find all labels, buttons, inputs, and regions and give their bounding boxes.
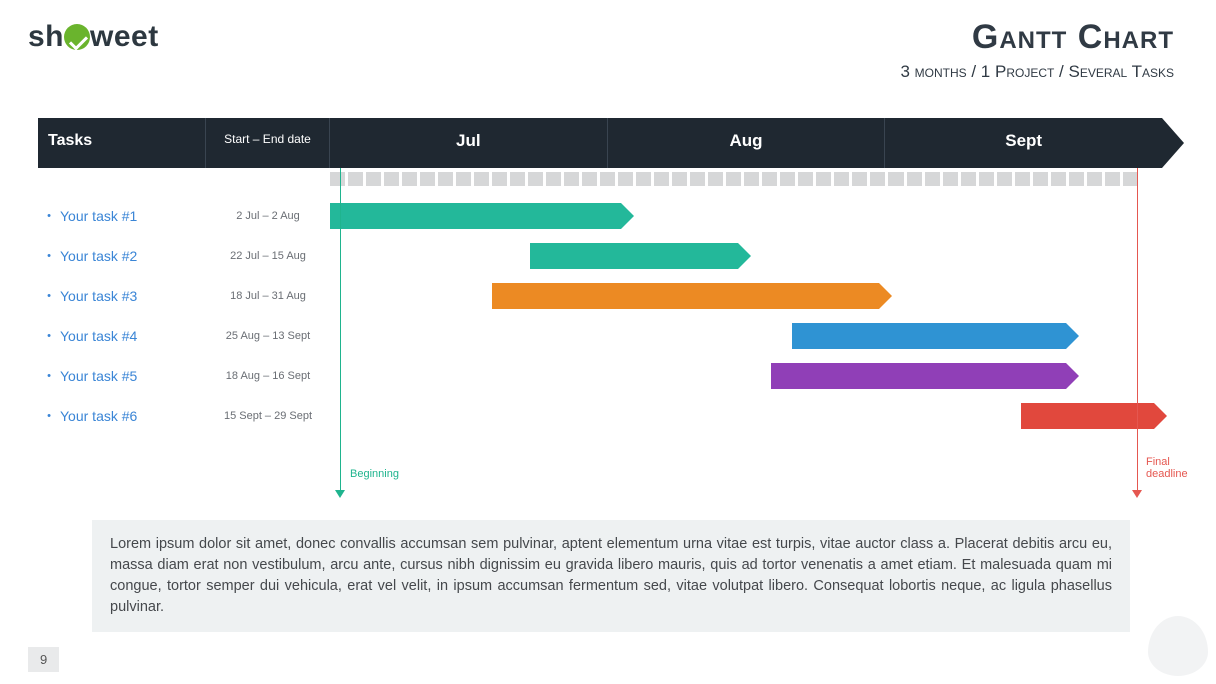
task-row: •Your task #518 Aug – 16 Sept xyxy=(38,356,1162,396)
task-bar-track xyxy=(330,203,1162,229)
task-row: •Your task #12 Jul – 2 Aug xyxy=(38,196,1162,236)
description-paragraph: Lorem ipsum dolor sit amet, donec conval… xyxy=(92,520,1130,632)
task-bar-track xyxy=(330,243,1162,269)
task-bar-arrow-icon xyxy=(879,283,892,309)
task-dates: 15 Sept – 29 Sept xyxy=(206,410,330,422)
task-dates: 18 Aug – 16 Sept xyxy=(206,370,330,382)
bullet-icon: • xyxy=(38,290,60,302)
task-name: Your task #6 xyxy=(60,408,206,424)
task-dates: 25 Aug – 13 Sept xyxy=(206,330,330,342)
header-col-tasks: Tasks xyxy=(38,118,206,168)
bullet-icon: • xyxy=(38,330,60,342)
task-name: Your task #4 xyxy=(60,328,206,344)
start-marker-arrow-icon xyxy=(335,490,345,498)
task-name: Your task #1 xyxy=(60,208,206,224)
watermark-icon xyxy=(1148,616,1208,676)
task-bar xyxy=(330,203,621,229)
task-bar-track xyxy=(330,363,1162,389)
header-arrow-icon xyxy=(1162,118,1184,168)
header-col-dates: Start – End date xyxy=(206,118,330,168)
gantt-rows: •Your task #12 Jul – 2 Aug•Your task #22… xyxy=(38,196,1162,436)
logo: shweet xyxy=(28,20,159,54)
bullet-icon: • xyxy=(38,410,60,422)
task-name: Your task #5 xyxy=(60,368,206,384)
task-name: Your task #3 xyxy=(60,288,206,304)
header-month-aug: Aug xyxy=(608,118,886,168)
task-dates: 22 Jul – 15 Aug xyxy=(206,250,330,262)
end-marker-label: Final deadline xyxy=(1146,456,1206,480)
task-bar-arrow-icon xyxy=(1066,323,1079,349)
bullet-icon: • xyxy=(38,370,60,382)
header-month-jul: Jul xyxy=(330,118,608,168)
task-bar-track xyxy=(330,403,1162,429)
task-bar xyxy=(792,323,1067,349)
task-bar xyxy=(771,363,1066,389)
gantt-header: Tasks Start – End date Jul Aug Sept xyxy=(38,118,1162,168)
task-row: •Your task #318 Jul – 31 Aug xyxy=(38,276,1162,316)
task-bar-arrow-icon xyxy=(1066,363,1079,389)
task-bar xyxy=(492,283,879,309)
task-bar-arrow-icon xyxy=(1154,403,1167,429)
page-title: Gantt Chart xyxy=(972,18,1174,57)
task-bar-arrow-icon xyxy=(621,203,634,229)
end-marker-line xyxy=(1137,168,1138,492)
header-month-sept: Sept xyxy=(885,118,1162,168)
task-row: •Your task #615 Sept – 29 Sept xyxy=(38,396,1162,436)
task-row: •Your task #425 Aug – 13 Sept xyxy=(38,316,1162,356)
bullet-icon: • xyxy=(38,250,60,262)
task-dates: 2 Jul – 2 Aug xyxy=(206,210,330,222)
task-bar xyxy=(530,243,738,269)
task-name: Your task #2 xyxy=(60,248,206,264)
logo-text-post: weet xyxy=(90,20,159,53)
timeline-ruler xyxy=(330,172,1138,186)
task-row: •Your task #222 Jul – 15 Aug xyxy=(38,236,1162,276)
task-bar-track xyxy=(330,323,1162,349)
start-marker-label: Beginning xyxy=(350,468,399,480)
task-bar xyxy=(1021,403,1154,429)
page-subtitle: 3 months / 1 Project / Several Tasks xyxy=(900,62,1174,82)
task-bar-track xyxy=(330,283,1162,309)
page-number: 9 xyxy=(28,647,59,672)
logo-text-pre: sh xyxy=(28,20,64,53)
task-dates: 18 Jul – 31 Aug xyxy=(206,290,330,302)
bullet-icon: • xyxy=(38,210,60,222)
start-marker-line xyxy=(340,168,341,492)
task-bar-arrow-icon xyxy=(738,243,751,269)
logo-icon xyxy=(64,24,90,50)
end-marker-arrow-icon xyxy=(1132,490,1142,498)
